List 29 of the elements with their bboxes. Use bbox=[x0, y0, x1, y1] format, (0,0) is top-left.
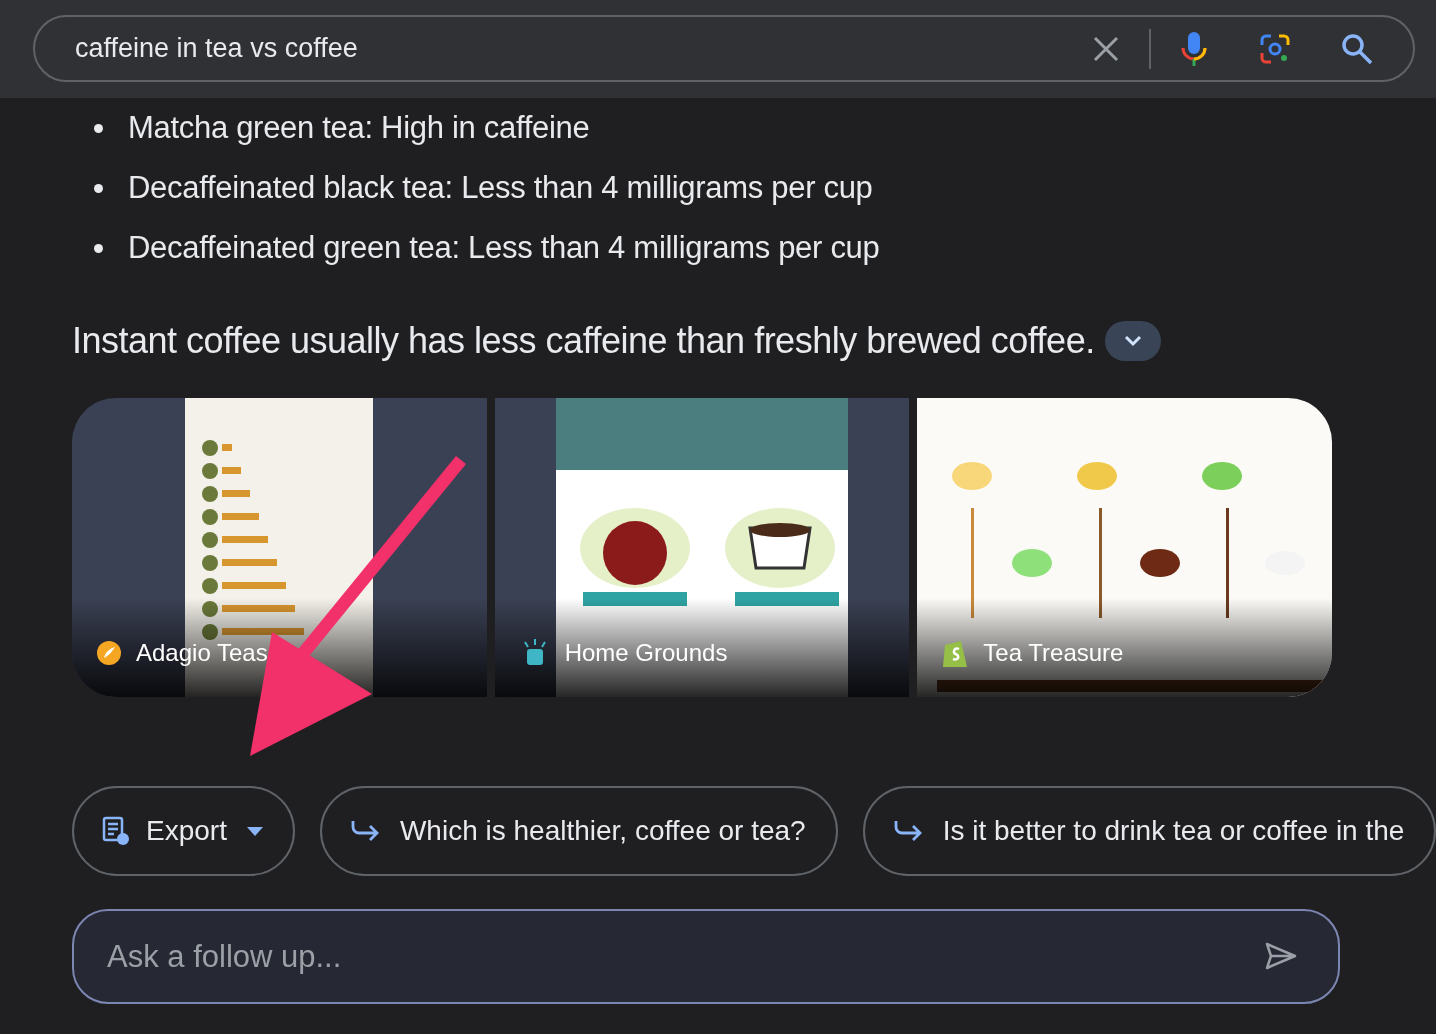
microphone-icon[interactable] bbox=[1181, 30, 1207, 67]
bullet-text: Decaffeinated black tea: Less than 4 milligrams per cup bbox=[128, 168, 873, 207]
reply-arrow-icon bbox=[349, 819, 380, 843]
follow-up-field[interactable]: Ask a follow up... bbox=[72, 909, 1340, 1004]
source-name: Home Grounds bbox=[564, 638, 728, 668]
caret-icon bbox=[246, 826, 263, 836]
image-card[interactable]: Home Grounds bbox=[494, 398, 910, 697]
follow-up-chip[interactable]: Is it better to drink tea or coffee in the bbox=[862, 786, 1436, 876]
source-logo-icon bbox=[96, 640, 122, 666]
bullet-text: Matcha green tea: High in caffeine bbox=[128, 108, 590, 147]
image-card[interactable]: Tea Treasure bbox=[917, 398, 1332, 697]
source-name: Adagio Teas bbox=[136, 638, 268, 668]
document-icon bbox=[102, 816, 130, 846]
source-name: Tea Treasure bbox=[983, 638, 1124, 668]
chevron-down-icon bbox=[1123, 335, 1142, 347]
follow-up-chip[interactable]: Which is healthier, coffee or tea? bbox=[319, 786, 838, 876]
image-card[interactable]: Adagio Teas bbox=[72, 398, 487, 697]
reply-arrow-icon bbox=[892, 819, 923, 843]
bullet-icon bbox=[94, 183, 103, 193]
bullet-icon bbox=[94, 123, 103, 133]
bullet-text: Decaffeinated green tea: Less than 4 milligrams per cup bbox=[128, 228, 880, 267]
bullet-icon bbox=[94, 243, 103, 253]
close-icon[interactable] bbox=[1093, 35, 1119, 62]
camera-lens-icon[interactable] bbox=[1259, 32, 1291, 65]
expand-button[interactable] bbox=[1104, 321, 1161, 361]
search-icon[interactable] bbox=[1341, 32, 1373, 65]
summary-sentence: Instant coffee usually has less caffeine than freshly brewed coffee. bbox=[72, 319, 1095, 363]
send-icon[interactable] bbox=[1265, 942, 1297, 970]
export-button[interactable]: Export bbox=[72, 786, 295, 876]
